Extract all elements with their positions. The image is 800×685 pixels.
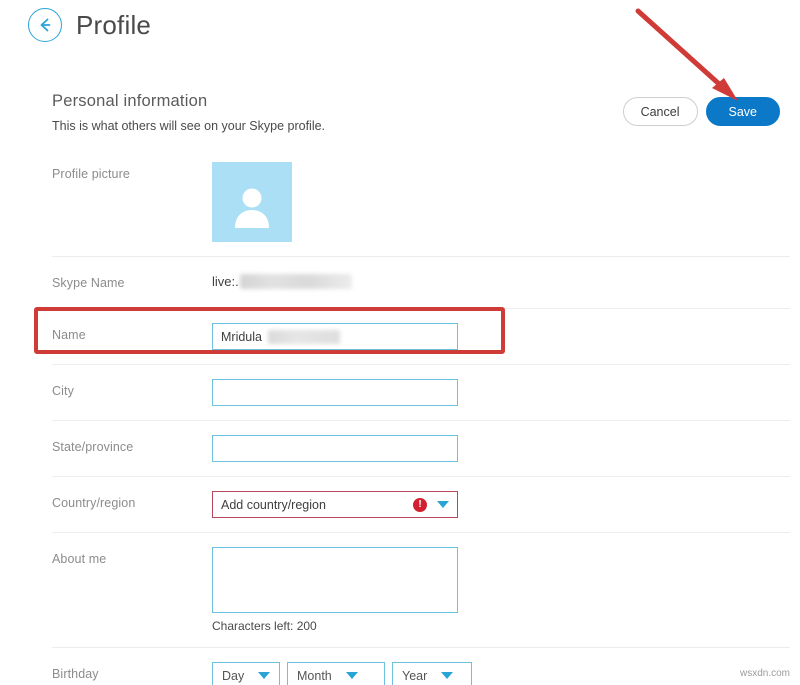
- avatar[interactable]: [212, 162, 292, 242]
- field-profile-picture: [212, 162, 790, 242]
- birthday-selects: Day Month Year: [212, 662, 790, 685]
- profile-form: Profile picture Skype Name live:.: [52, 152, 790, 685]
- skype-name-value: live:.: [212, 271, 790, 289]
- label-birthday: Birthday: [52, 662, 212, 681]
- profile-settings-page: Profile Personal information This is wha…: [0, 0, 800, 685]
- name-redacted: [268, 330, 340, 344]
- label-about-me: About me: [52, 547, 212, 566]
- section-header: Personal information This is what others…: [52, 92, 552, 133]
- label-city: City: [52, 379, 212, 398]
- skype-name-prefix: live:.: [212, 274, 239, 289]
- chevron-down-icon: [437, 501, 449, 508]
- label-name: Name: [52, 323, 212, 342]
- label-profile-picture: Profile picture: [52, 162, 212, 181]
- row-city: City: [52, 365, 790, 421]
- city-input[interactable]: [212, 379, 458, 406]
- row-skype-name: Skype Name live:.: [52, 257, 790, 309]
- form-actions: Cancel Save: [623, 97, 780, 126]
- error-exclamation-icon: !: [413, 498, 427, 512]
- row-name: Name Mridula: [52, 309, 790, 365]
- field-city: [212, 379, 790, 406]
- save-button[interactable]: Save: [706, 97, 781, 126]
- birthday-year-select[interactable]: Year: [392, 662, 472, 685]
- skype-name-redacted: [240, 274, 352, 289]
- field-skype-name: live:.: [212, 271, 790, 289]
- about-me-textarea[interactable]: [212, 547, 458, 613]
- birthday-year-label: Year: [402, 669, 427, 683]
- watermark: wsxdn.com: [740, 668, 790, 679]
- country-region-select[interactable]: Add country/region !: [212, 491, 458, 518]
- back-button[interactable]: [28, 8, 62, 42]
- section-title: Personal information: [52, 92, 552, 111]
- label-skype-name: Skype Name: [52, 271, 212, 290]
- birthday-month-label: Month: [297, 669, 332, 683]
- state-province-input[interactable]: [212, 435, 458, 462]
- page-title: Profile: [76, 10, 151, 41]
- field-about-me: Characters left: 200: [212, 547, 790, 633]
- chevron-down-icon: [258, 672, 270, 679]
- label-state-province: State/province: [52, 435, 212, 454]
- row-profile-picture: Profile picture: [52, 152, 790, 257]
- person-avatar-icon: [229, 184, 275, 242]
- name-input[interactable]: Mridula: [212, 323, 458, 350]
- field-country-region: Add country/region !: [212, 491, 790, 518]
- name-value: Mridula: [221, 330, 262, 344]
- row-country-region: Country/region Add country/region !: [52, 477, 790, 533]
- birthday-day-select[interactable]: Day: [212, 662, 280, 685]
- country-region-placeholder: Add country/region: [221, 498, 413, 512]
- birthday-month-select[interactable]: Month: [287, 662, 385, 685]
- row-about-me: About me Characters left: 200: [52, 533, 790, 648]
- chevron-down-icon: [441, 672, 453, 679]
- section-subtitle: This is what others will see on your Sky…: [52, 119, 552, 133]
- characters-left-text: Characters left: 200: [212, 619, 790, 633]
- chevron-down-icon: [346, 672, 358, 679]
- back-arrow-icon: [35, 15, 55, 35]
- row-birthday: Birthday Day Month Year: [52, 648, 790, 685]
- row-state-province: State/province: [52, 421, 790, 477]
- label-country-region: Country/region: [52, 491, 212, 510]
- field-name: Mridula: [212, 323, 790, 350]
- field-state-province: [212, 435, 790, 462]
- cancel-button[interactable]: Cancel: [623, 97, 698, 126]
- page-header: Profile: [28, 8, 151, 42]
- birthday-day-label: Day: [222, 669, 244, 683]
- field-birthday: Day Month Year: [212, 662, 790, 685]
